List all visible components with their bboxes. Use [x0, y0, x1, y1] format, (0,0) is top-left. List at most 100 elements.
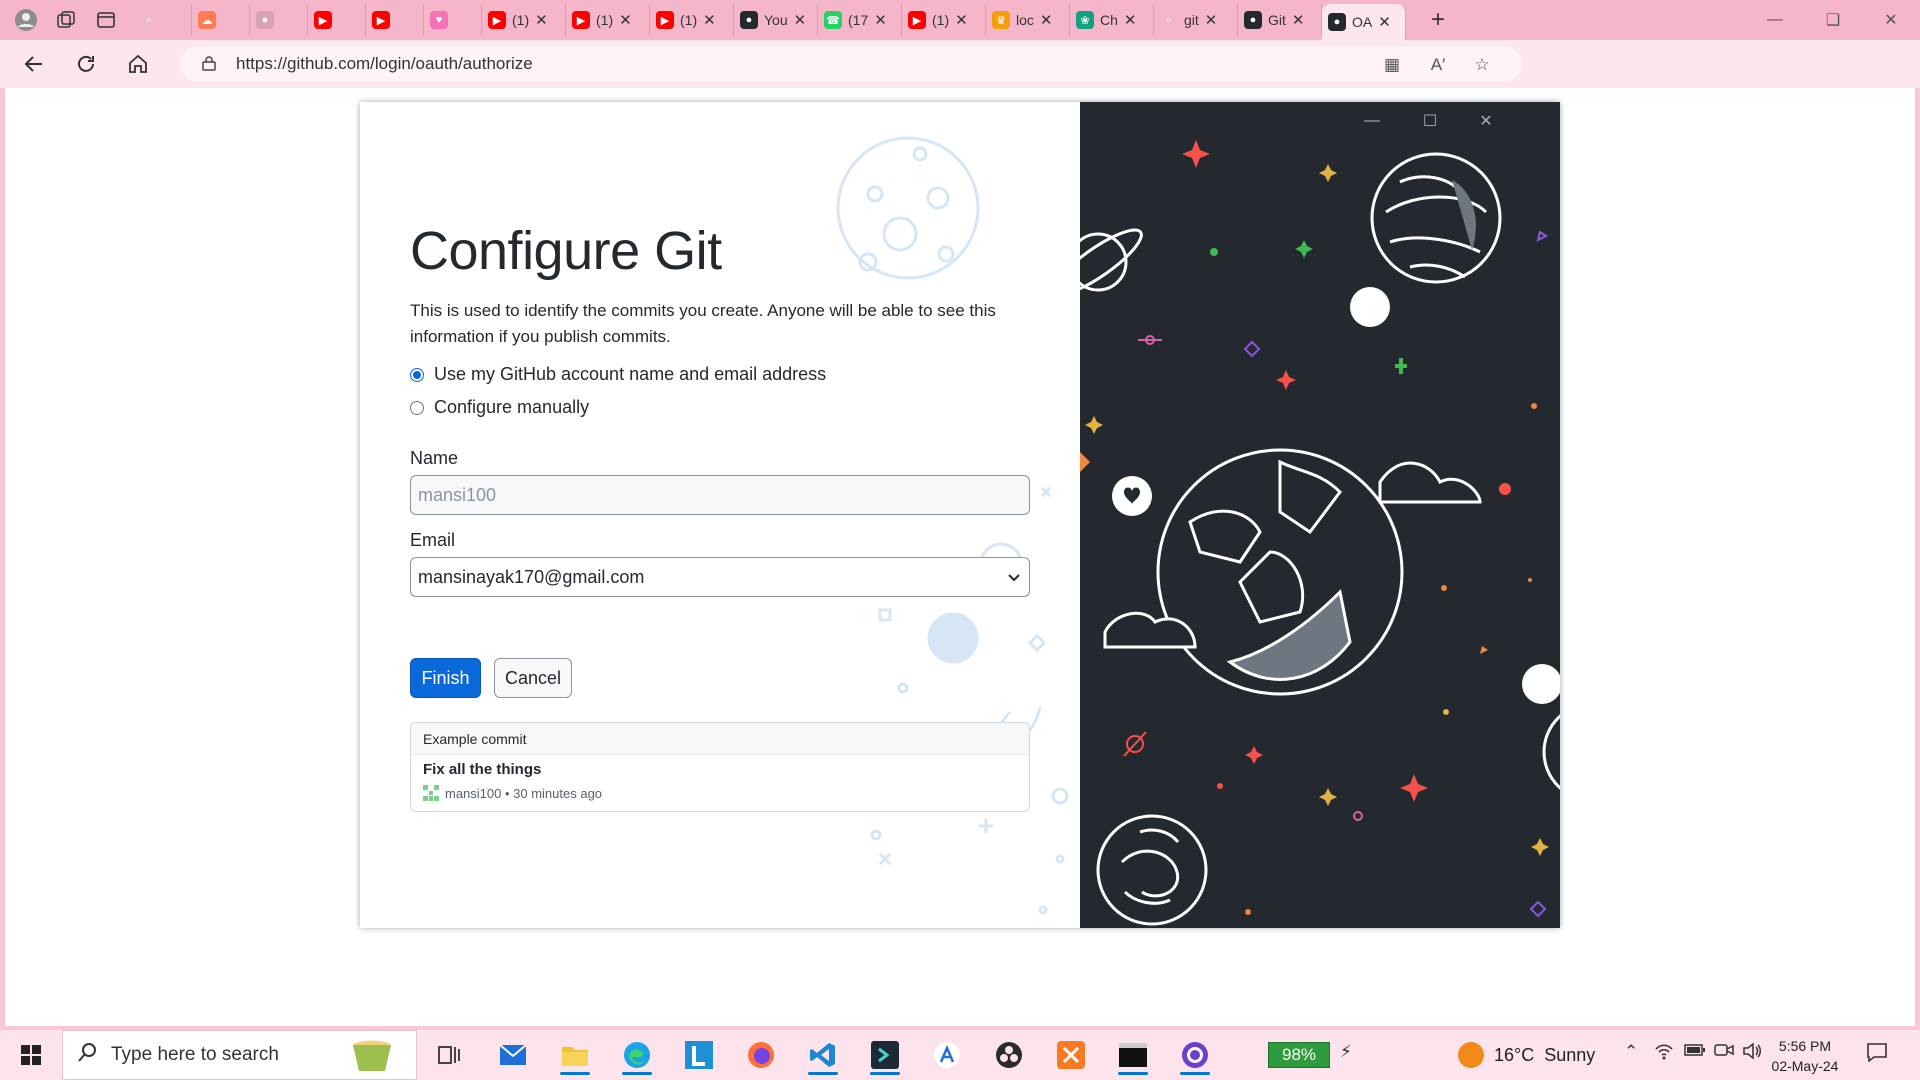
- search-highlight-icon: [349, 1037, 395, 1080]
- command-prompt-icon[interactable]: [1108, 1035, 1158, 1075]
- meet-now-icon[interactable]: [1714, 1042, 1734, 1063]
- close-tab-icon[interactable]: ✕: [1124, 11, 1137, 29]
- browser-tab[interactable]: ▶ (1) ✕: [566, 4, 650, 36]
- browser-tab[interactable]: ❀ Ch ✕: [1070, 4, 1154, 36]
- radio-button-selected[interactable]: [410, 367, 424, 382]
- browser-tab[interactable]: ♥: [424, 4, 482, 36]
- browser-tab[interactable]: ♛ loc ✕: [986, 4, 1070, 36]
- weather-widget[interactable]: 16°C Sunny: [1458, 1030, 1595, 1080]
- name-field[interactable]: mansi100: [410, 475, 1030, 515]
- address-bar[interactable]: https://github.com/login/oauth/authorize…: [180, 46, 1522, 82]
- close-window-button[interactable]: ✕: [1862, 0, 1920, 40]
- space-illustration-pane: — ☐ ✕: [1080, 102, 1560, 928]
- minimize-window-button[interactable]: —: [1746, 0, 1804, 40]
- radio-configure-manually[interactable]: Configure manually: [410, 397, 589, 418]
- windows-logo-icon: [21, 1045, 41, 1065]
- close-tab-icon[interactable]: ✕: [703, 11, 716, 29]
- back-arrow-icon: [24, 56, 42, 72]
- tab-title: You: [764, 12, 788, 28]
- github-icon: ●: [1328, 13, 1346, 31]
- tab-actions-icon[interactable]: [86, 0, 126, 40]
- taskbar-search-box[interactable]: Type here to search: [62, 1030, 417, 1080]
- browser-tab[interactable]: ● You ✕: [734, 4, 818, 36]
- close-tab-icon[interactable]: ✕: [1040, 11, 1053, 29]
- wifi-icon[interactable]: [1654, 1042, 1674, 1065]
- volume-icon[interactable]: [1742, 1042, 1762, 1065]
- task-view-icon[interactable]: [424, 1035, 474, 1075]
- windows-taskbar: Type here to search 98% ⚡ 16°C Sunny ⌃ 5…: [0, 1030, 1920, 1080]
- close-tab-icon[interactable]: ✕: [1378, 13, 1391, 31]
- notifications-icon[interactable]: [1866, 1042, 1888, 1067]
- close-tab-icon[interactable]: ✕: [874, 11, 887, 29]
- radio-button-unselected[interactable]: [410, 400, 424, 415]
- whatsapp-icon: ☎: [824, 11, 842, 29]
- finish-button[interactable]: Finish: [410, 658, 481, 698]
- vscode-icon[interactable]: [798, 1035, 848, 1075]
- browser-tab[interactable]: ⌕: [134, 4, 192, 36]
- radio-use-github-account[interactable]: Use my GitHub account name and email add…: [410, 364, 826, 385]
- weather-description: Sunny: [1544, 1044, 1596, 1065]
- refresh-button[interactable]: [60, 44, 112, 84]
- mail-app-icon[interactable]: [488, 1035, 538, 1075]
- battery-indicator[interactable]: 98%: [1268, 1042, 1330, 1068]
- show-hidden-icons-chevron-icon[interactable]: ⌃: [1624, 1042, 1638, 1062]
- app-store-icon[interactable]: [922, 1035, 972, 1075]
- github-icon: ●: [1244, 11, 1262, 29]
- browser-tab[interactable]: ▶: [366, 4, 424, 36]
- file-explorer-icon[interactable]: [550, 1035, 600, 1075]
- browser-tab[interactable]: ☎ (17 ✕: [818, 4, 902, 36]
- tab-title: Git: [1268, 12, 1286, 28]
- edge-browser-icon[interactable]: [612, 1035, 662, 1075]
- back-button[interactable]: [8, 44, 60, 84]
- favorite-star-icon[interactable]: ☆: [1470, 53, 1494, 77]
- profile-icon[interactable]: [6, 0, 46, 40]
- terminal-app-icon[interactable]: [860, 1035, 910, 1075]
- clock-time: 5:56 PM: [1778, 1038, 1832, 1054]
- read-aloud-icon[interactable]: A′: [1426, 53, 1450, 77]
- commit-author-time: mansi100 • 30 minutes ago: [445, 785, 603, 801]
- browser-tab[interactable]: ▶: [308, 4, 366, 36]
- battery-icon[interactable]: [1684, 1042, 1706, 1062]
- home-button[interactable]: [112, 44, 164, 84]
- start-button[interactable]: [6, 1035, 56, 1075]
- browser-tab[interactable]: ● Git ✕: [1238, 4, 1322, 36]
- tab-title: Ch: [1100, 12, 1118, 28]
- browser-tab[interactable]: ▶ (1) ✕: [482, 4, 566, 36]
- close-tab-icon[interactable]: ✕: [955, 11, 968, 29]
- system-clock[interactable]: 5:56 PM 02-May-24: [1770, 1036, 1840, 1076]
- example-commit-message: Fix all the things: [423, 761, 542, 778]
- close-tab-icon[interactable]: ✕: [619, 11, 632, 29]
- url-text: https://github.com/login/oauth/authorize: [236, 54, 533, 73]
- browser-tab[interactable]: ▶ (1) ✕: [650, 4, 734, 36]
- weather-temperature: 16°C: [1494, 1044, 1535, 1065]
- radio-label: Use my GitHub account name and email add…: [434, 364, 827, 384]
- youtube-icon: ▶: [372, 11, 390, 29]
- close-tab-icon[interactable]: ✕: [535, 11, 548, 29]
- cancel-button[interactable]: Cancel: [494, 658, 572, 698]
- home-icon: [129, 54, 147, 73]
- dialog-title: Configure Git: [410, 221, 722, 281]
- heart-icon: ♥: [430, 11, 448, 29]
- youtube-icon: ▶: [572, 11, 590, 29]
- browser-tab[interactable]: ● OA ✕: [1322, 4, 1406, 40]
- github-desktop-icon[interactable]: [1170, 1035, 1220, 1075]
- browser-tab[interactable]: ☁: [192, 4, 250, 36]
- close-tab-icon[interactable]: ✕: [794, 11, 807, 29]
- close-tab-icon[interactable]: ✕: [1292, 11, 1305, 29]
- app-available-icon[interactable]: ▦: [1380, 53, 1404, 77]
- name-label: Name: [410, 448, 459, 468]
- browser-tab[interactable]: ⌕ git ✕: [1154, 4, 1238, 36]
- close-tab-icon[interactable]: ✕: [1205, 11, 1218, 29]
- chevron-down-icon: [1007, 567, 1021, 588]
- browser-tab[interactable]: ●: [250, 4, 308, 36]
- restore-window-button[interactable]: ❏: [1804, 0, 1862, 40]
- sun-icon: [1458, 1042, 1484, 1068]
- xampp-icon[interactable]: [1046, 1035, 1096, 1075]
- l-app-icon[interactable]: [674, 1035, 724, 1075]
- browser-tab[interactable]: ▶ (1) ✕: [902, 4, 986, 36]
- firefox-icon[interactable]: [736, 1035, 786, 1075]
- obs-icon[interactable]: [984, 1035, 1034, 1075]
- workspaces-icon[interactable]: [46, 0, 86, 40]
- new-tab-button[interactable]: +: [1418, 4, 1458, 36]
- email-select[interactable]: mansinayak170@gmail.com: [410, 557, 1030, 597]
